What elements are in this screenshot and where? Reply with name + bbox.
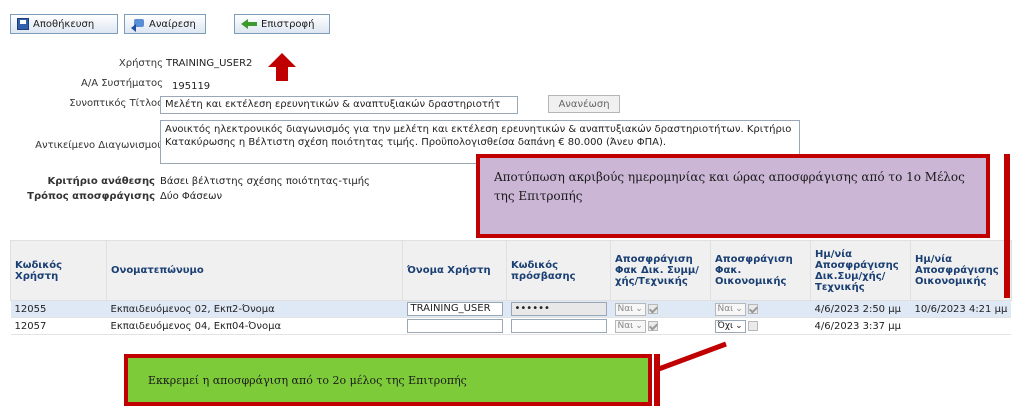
back-button-label: Επιστροφή: [261, 18, 315, 30]
table-header-row: Κωδικός Χρήστη Ονοματεπώνυμο Όνομα Χρήστ…: [10, 240, 1012, 301]
username-cell: TRAINING_USER: [402, 300, 507, 318]
column-header-username: Όνομα Χρήστη: [402, 240, 507, 301]
password-cell: [506, 317, 611, 335]
subject-label: Αντικείμενο Διαγωνισμού: [35, 140, 163, 151]
chevron-down-icon: ⌄: [635, 321, 643, 331]
column-header-fin-unsealing: Αποσφράγιση Φακ. Οικονομικής: [710, 240, 811, 301]
tech-unseal-checkbox[interactable]: [647, 321, 658, 331]
column-header-full-name: Ονοματεπώνυμο: [106, 240, 403, 301]
password-cell: ••••••: [506, 300, 611, 318]
callout-pointer-line: [655, 341, 727, 373]
user-label: Χρήστης: [118, 58, 163, 69]
tech-unseal-select[interactable]: Ναι ⌄: [614, 302, 646, 316]
user-code-cell: 12055: [10, 300, 107, 318]
fin-unseal-cell: Ναι ⌄: [710, 300, 811, 318]
unsealing-method-value: Δύο Φάσεων: [160, 191, 223, 202]
undo-button-label: Αναίρεση: [149, 18, 196, 30]
column-header-tech-unsealing: Αποσφράγιση Φακ Δικ. Συμμ/ χής/Τεχνικής: [610, 240, 711, 301]
fin-unseal-date-cell: [910, 317, 1012, 335]
tech-unseal-date-cell: 4/6/2023 2:50 μμ: [810, 300, 911, 318]
tech-unseal-cell: Ναι ⌄: [610, 300, 711, 318]
undo-button[interactable]: Αναίρεση: [124, 14, 206, 34]
tech-unseal-value: Ναι: [617, 304, 634, 314]
full-name-cell: Εκπαιδευόμενος 02, Εκπ2-Όνομα: [106, 300, 403, 318]
chevron-down-icon: ⌄: [735, 304, 743, 314]
save-button[interactable]: Αποθήκευση: [10, 14, 118, 34]
fin-unseal-date-cell: 10/6/2023 4:21 μμ: [910, 300, 1012, 318]
column-header-tech-unsealing-date: Ημ/νία Αποσφράγισης Δικ.Συμ/χής/ Τεχνική…: [810, 240, 911, 301]
tech-unseal-checkbox[interactable]: [647, 304, 658, 314]
unsealing-method-label: Τρόπος αποσφράγισης: [27, 191, 155, 202]
short-title-input[interactable]: Μελέτη και εκτέλεση ερευνητικών & αναπτυ…: [160, 96, 518, 114]
award-criterion-label: Κριτήριο ανάθεσης: [47, 176, 155, 187]
fin-unseal-checkbox[interactable]: [747, 321, 758, 331]
callout-pointer-line: [1004, 154, 1010, 298]
save-icon: [17, 18, 29, 30]
fin-unseal-value: Ναι: [717, 304, 734, 314]
tech-unseal-date-cell: 4/6/2023 3:37 μμ: [810, 317, 911, 335]
full-name-cell: Εκπαιδευόμενος 04, Εκπ04-Όνομα: [106, 317, 403, 335]
unsealing-timestamp-callout: Αποτύπωση ακριβούς ημερομηνίας και ώρας …: [476, 154, 990, 238]
column-header-user-code: Κωδικός Χρήστη: [10, 240, 107, 301]
fin-unseal-select[interactable]: Ναι ⌄: [714, 302, 746, 316]
fin-unseal-checkbox[interactable]: [747, 304, 758, 314]
back-arrow-icon: [241, 19, 257, 29]
password-input[interactable]: ••••••: [510, 302, 607, 316]
password-input[interactable]: [510, 319, 607, 333]
pending-unsealing-callout: Εκκρεμεί η αποσφράγιση από το 2ο μέλος τ…: [124, 354, 652, 406]
fin-unseal-cell: Όχι ⌄: [710, 317, 811, 335]
tech-unseal-cell: Ναι ⌄: [610, 317, 711, 335]
red-up-arrow-annotation: [268, 53, 296, 81]
refresh-button[interactable]: Ανανέωση: [548, 95, 620, 113]
tech-unseal-value: Ναι: [617, 321, 634, 331]
username-input[interactable]: TRAINING_USER: [406, 302, 503, 316]
unsealing-timestamp-callout-text: Αποτύπωση ακριβούς ημερομηνίας και ώρας …: [494, 170, 965, 203]
save-button-label: Αποθήκευση: [33, 18, 95, 30]
table-row[interactable]: 12055 Εκπαιδευόμενος 02, Εκπ2-Όνομα TRAI…: [10, 300, 1012, 318]
tech-unseal-select[interactable]: Ναι ⌄: [614, 319, 646, 333]
pending-unsealing-callout-text: Εκκρεμεί η αποσφράγιση από το 2ο μέλος τ…: [148, 373, 467, 387]
undo-icon: [131, 18, 145, 32]
username-input[interactable]: [406, 319, 503, 333]
table-row[interactable]: 12057 Εκπαιδευόμενος 04, Εκπ04-Όνομα Ναι…: [10, 317, 1012, 335]
user-code-cell: 12057: [10, 317, 107, 335]
fin-unseal-value: Όχι: [717, 321, 734, 331]
chevron-down-icon: ⌄: [735, 321, 743, 331]
fin-unseal-select[interactable]: Όχι ⌄: [714, 319, 746, 333]
committee-members-table: Κωδικός Χρήστη Ονοματεπώνυμο Όνομα Χρήστ…: [10, 240, 1012, 335]
back-button[interactable]: Επιστροφή: [234, 14, 330, 34]
column-header-password: Κωδικός πρόσβασης: [506, 240, 611, 301]
system-id-label: Α/Α Συστήματος: [81, 78, 163, 89]
short-title-label: Συνοπτικός Τίτλος: [69, 98, 163, 109]
chevron-down-icon: ⌄: [635, 304, 643, 314]
column-header-fin-unsealing-date: Ημ/νία Αποσφράγισης Οικονομικής: [910, 240, 1012, 301]
username-cell: [402, 317, 507, 335]
system-id-value: 195119: [172, 81, 211, 92]
award-criterion-value: Βάσει βέλτιστης σχέσης ποιότητας-τιμής: [160, 176, 370, 187]
user-value: TRAINING_USER2: [166, 58, 253, 69]
